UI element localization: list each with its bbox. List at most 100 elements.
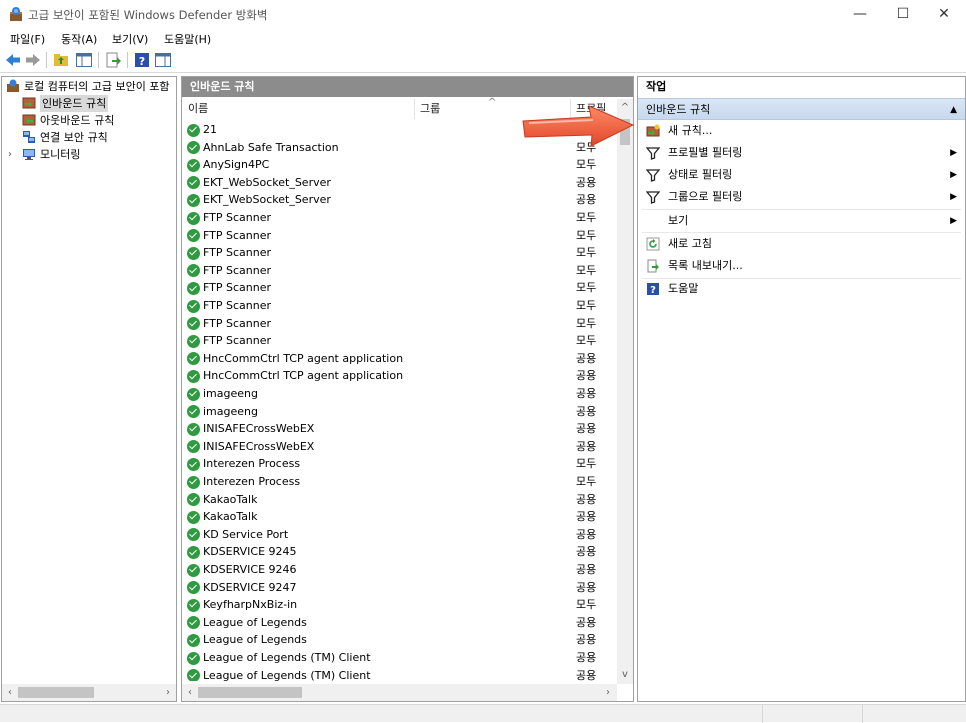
- table-row[interactable]: EKT_WebSocket_Server 공용: [182, 174, 617, 192]
- toolbar-separator: [98, 52, 99, 68]
- help-icon[interactable]: ?: [133, 51, 151, 69]
- table-row[interactable]: KakaoTalk 공용: [182, 491, 617, 509]
- rule-profile: 모두: [576, 457, 597, 471]
- table-row[interactable]: EKT_WebSocket_Server 공용: [182, 191, 617, 209]
- table-row[interactable]: FTP Scanner 모두: [182, 227, 617, 245]
- scrollbar-thumb[interactable]: [18, 687, 94, 698]
- rule-name: 21: [203, 123, 217, 136]
- action-filter-by-group[interactable]: 그룹으로 필터링 ▶: [638, 186, 965, 208]
- table-row[interactable]: KDSERVICE 9246 공용: [182, 561, 617, 579]
- table-row[interactable]: KD Service Port 공용: [182, 526, 617, 544]
- table-row[interactable]: AnySign4PC 모두: [182, 156, 617, 174]
- rule-profile: 공용: [576, 175, 597, 189]
- enabled-check-icon: [187, 229, 200, 243]
- rule-profile: 모두: [576, 281, 597, 295]
- table-row[interactable]: HncCommCtrl TCP agent application 공용: [182, 350, 617, 368]
- action-label: 새로 고침: [668, 237, 712, 250]
- rule-profile: 공용: [576, 387, 597, 400]
- column-divider[interactable]: [414, 99, 415, 119]
- rule-profile: 모두: [576, 246, 597, 260]
- scroll-right-arrow-icon[interactable]: ›: [162, 686, 174, 699]
- action-refresh[interactable]: 새로 고침: [638, 233, 965, 255]
- scroll-down-arrow-icon[interactable]: v: [619, 668, 631, 682]
- table-row[interactable]: FTP Scanner 모두: [182, 244, 617, 262]
- rule-name: imageeng: [203, 404, 258, 418]
- action-label: 목록 내보내기...: [668, 259, 743, 272]
- table-row[interactable]: FTP Scanner 모두: [182, 279, 617, 297]
- sort-ascending-icon: ^: [488, 97, 497, 108]
- scrollbar-thumb[interactable]: [198, 687, 302, 698]
- action-new-rule[interactable]: 새 규칙...: [638, 120, 965, 142]
- table-row[interactable]: imageeng 공용: [182, 385, 617, 403]
- toolbar-separator: [127, 52, 128, 68]
- table-row[interactable]: Interezen Process 모두: [182, 455, 617, 473]
- table-row[interactable]: INISAFECrossWebEX 공용: [182, 438, 617, 456]
- list-vertical-scrollbar[interactable]: ^ v: [617, 99, 633, 684]
- action-help[interactable]: ? 도움말: [638, 278, 965, 300]
- show-hide-action-pane-icon[interactable]: [154, 51, 172, 69]
- enabled-check-icon: [187, 616, 200, 630]
- action-export-list[interactable]: 목록 내보내기...: [638, 255, 965, 277]
- table-row[interactable]: INISAFECrossWebEX 공용: [182, 420, 617, 438]
- enabled-check-icon: [187, 405, 200, 419]
- table-row[interactable]: League of Legends 공용: [182, 631, 617, 649]
- show-hide-console-tree-icon[interactable]: [75, 51, 93, 69]
- action-label: 보기: [668, 214, 689, 227]
- scroll-right-arrow-icon[interactable]: ›: [602, 686, 614, 699]
- table-row[interactable]: League of Legends (TM) Client 공용: [182, 667, 617, 681]
- back-icon[interactable]: [4, 51, 22, 69]
- collapse-triangle-icon[interactable]: ▲: [950, 99, 957, 121]
- svg-text:?: ?: [139, 55, 145, 68]
- action-filter-by-profile[interactable]: 프로필별 필터링 ▶: [638, 142, 965, 164]
- enabled-check-icon: [187, 475, 200, 489]
- column-header-group[interactable]: 그룹: [420, 99, 440, 119]
- rule-profile: 공용: [576, 193, 597, 207]
- table-row[interactable]: FTP Scanner 모두: [182, 297, 617, 315]
- table-row[interactable]: KDSERVICE 9247 공용: [182, 579, 617, 597]
- enabled-check-icon: [187, 633, 200, 647]
- table-row[interactable]: HncCommCtrl TCP agent application 공용: [182, 367, 617, 385]
- actions-pane: 작업 인바운드 규칙 ▲ 새 규칙... 프로필별 필터링 ▶ 상태로 필터링 ▶ 그룹으…: [637, 76, 966, 702]
- expand-chevron-icon[interactable]: ›: [8, 146, 12, 163]
- up-folder-icon[interactable]: [52, 51, 70, 69]
- rule-name: FTP Scanner: [203, 299, 271, 312]
- scroll-left-arrow-icon[interactable]: ‹: [4, 686, 16, 699]
- action-separator: [642, 278, 961, 279]
- rule-name: EKT_WebSocket_Server: [203, 175, 331, 189]
- list-horizontal-scrollbar[interactable]: ‹ ›: [182, 684, 617, 701]
- actions-section-inbound-rules[interactable]: 인바운드 규칙 ▲: [638, 98, 965, 120]
- rule-name: AnySign4PC: [203, 158, 270, 172]
- forward-icon[interactable]: [24, 51, 42, 69]
- table-row[interactable]: FTP Scanner 모두: [182, 209, 617, 227]
- menu-file[interactable]: 파일(F): [10, 31, 45, 47]
- column-header-name[interactable]: 이름: [188, 99, 208, 119]
- scroll-left-arrow-icon[interactable]: ‹: [184, 686, 196, 699]
- action-view[interactable]: 보기 ▶: [638, 210, 965, 232]
- maximize-button[interactable]: ☐: [880, 0, 926, 28]
- export-list-icon[interactable]: [104, 51, 122, 69]
- menu-view[interactable]: 보기(V): [112, 31, 148, 47]
- action-filter-by-state[interactable]: 상태로 필터링 ▶: [638, 164, 965, 186]
- enabled-check-icon: [187, 317, 200, 331]
- menu-action[interactable]: 동작(A): [61, 31, 97, 47]
- rule-name: imageeng: [203, 387, 258, 400]
- rule-profile: 모두: [576, 598, 597, 612]
- menu-help[interactable]: 도움말(H): [164, 31, 211, 47]
- table-row[interactable]: FTP Scanner 모두: [182, 332, 617, 350]
- table-row[interactable]: KakaoTalk 공용: [182, 508, 617, 526]
- table-row[interactable]: imageeng 공용: [182, 403, 617, 421]
- table-row[interactable]: FTP Scanner 모두: [182, 262, 617, 280]
- table-row[interactable]: KDSERVICE 9245 공용: [182, 543, 617, 561]
- table-row[interactable]: League of Legends 공용: [182, 614, 617, 632]
- table-row[interactable]: FTP Scanner 모두: [182, 315, 617, 333]
- rule-name: HncCommCtrl TCP agent application: [203, 351, 404, 365]
- enabled-check-icon: [187, 264, 200, 278]
- minimize-button[interactable]: —: [837, 0, 883, 28]
- table-row[interactable]: League of Legends (TM) Client 공용: [182, 649, 617, 667]
- table-row[interactable]: Interezen Process 모두: [182, 473, 617, 491]
- tree-horizontal-scrollbar[interactable]: ‹ ›: [2, 684, 176, 701]
- enabled-check-icon: [187, 387, 200, 401]
- export-icon: [646, 259, 660, 273]
- close-button[interactable]: ✕: [921, 0, 966, 28]
- table-row[interactable]: KeyfharpNxBiz-in 모두: [182, 596, 617, 614]
